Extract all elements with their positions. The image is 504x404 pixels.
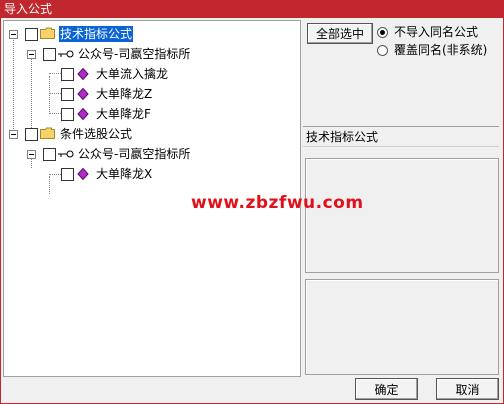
collapse-toggle[interactable] [27, 50, 36, 59]
select-all-button[interactable]: 全部选中 [307, 23, 373, 44]
radio-overwrite[interactable]: 覆盖同名(非系统) [377, 42, 487, 58]
node-checkbox[interactable] [43, 148, 56, 161]
tree-node-formula[interactable]: 大单降龙X [4, 164, 298, 184]
formula-diamond-icon [77, 108, 89, 120]
node-checkbox[interactable] [61, 168, 74, 181]
radio-label: 不导入同名公式 [394, 25, 479, 39]
tree-node-label: 大单流入擒龙 [96, 67, 169, 81]
ok-button[interactable]: 确定 [355, 378, 418, 400]
tree-node-formula[interactable]: 大单流入擒龙 [4, 64, 298, 84]
radio-no-import[interactable]: 不导入同名公式 [377, 24, 478, 40]
title-bar: 导入公式 [0, 0, 504, 18]
tree-node-label: 公众号-司嬴空指标所 [78, 147, 191, 161]
node-checkbox[interactable] [25, 28, 38, 41]
watermark-text: www.zbzfwu.com [191, 193, 364, 213]
folder-icon [40, 127, 55, 139]
key-icon [58, 150, 74, 158]
tree-node-formula[interactable]: 大单降龙Z [4, 84, 298, 104]
tree-node-label: 技术指标公式 [59, 26, 134, 42]
tree-node-formula[interactable]: 大单降龙F [4, 104, 298, 124]
tree-node-group-account[interactable]: 公众号-司嬴空指标所 [4, 44, 298, 64]
radio-label: 覆盖同名(非系统) [394, 43, 488, 57]
radio-button[interactable] [377, 44, 388, 56]
radio-button[interactable] [377, 26, 388, 38]
tree-node-label: 大单降龙Z [96, 87, 153, 101]
tree-node-technical-formulas[interactable]: 技术指标公式 [4, 24, 298, 44]
formula-diamond-icon [77, 88, 89, 100]
formula-diamond-icon [77, 68, 89, 80]
import-options: 全部选中 不导入同名公式 覆盖同名(非系统) [303, 20, 499, 124]
node-checkbox[interactable] [25, 128, 38, 141]
divider [303, 146, 499, 147]
formula-diamond-icon [77, 168, 89, 180]
node-checkbox[interactable] [43, 48, 56, 61]
key-icon [58, 50, 74, 58]
tree-node-label: 公众号-司嬴空指标所 [78, 47, 191, 61]
description-panel [305, 158, 499, 273]
preview-panel [305, 279, 499, 375]
tree-node-label: 大单降龙F [96, 107, 151, 121]
collapse-toggle[interactable] [9, 30, 18, 39]
collapse-toggle[interactable] [27, 150, 36, 159]
divider [303, 126, 499, 127]
node-checkbox[interactable] [61, 108, 74, 121]
folder-icon [40, 27, 55, 39]
cancel-button[interactable]: 取消 [436, 378, 499, 400]
tree-node-label: 大单降龙X [96, 167, 153, 181]
node-checkbox[interactable] [61, 88, 74, 101]
dialog-body: 技术指标公式 公众号-司嬴空指标所 大单流入擒龙 大单降龙Z 大单降龙F 条件选… [0, 18, 504, 404]
tree-node-screening-formulas[interactable]: 条件选股公式 [4, 124, 298, 144]
tree-node-group-account[interactable]: 公众号-司嬴空指标所 [4, 144, 298, 164]
tree-node-label: 条件选股公式 [60, 127, 133, 141]
window-title: 导入公式 [4, 2, 53, 16]
collapse-toggle[interactable] [9, 130, 18, 139]
details-caption: 技术指标公式 [306, 130, 379, 144]
node-checkbox[interactable] [61, 68, 74, 81]
